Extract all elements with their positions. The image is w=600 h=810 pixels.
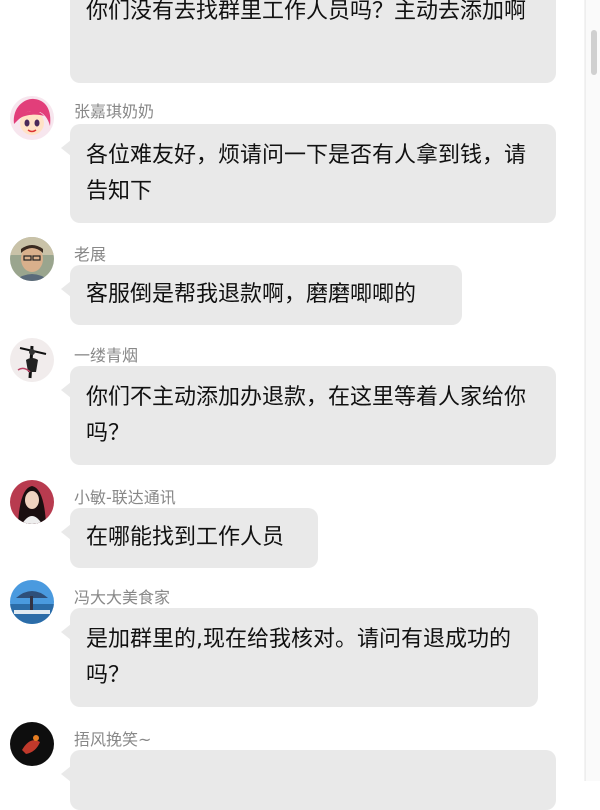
message-text: 客服倒是帮我退款啊，磨磨唧唧的 (86, 282, 417, 307)
message-text: 各位难友好，烦请问一下是否有人拿到钱，请告知下 (86, 143, 527, 204)
message-text: 在哪能找到工作人员 (86, 525, 285, 550)
sender-name: 张嘉琪奶奶 (74, 102, 155, 121)
avatar-woman-dark-hair-icon[interactable] (10, 480, 54, 524)
sender-name: 一缕青烟 (74, 346, 139, 365)
sender-name: 老展 (74, 245, 107, 264)
scrollbar-thumb[interactable] (591, 30, 597, 75)
avatar-man-glasses-icon[interactable] (10, 237, 54, 281)
chat-history: 你们没有去找群里工作人员吗？主动去添加啊 张嘉琪奶奶 各位难友好，烦请问一下是否… (0, 0, 600, 810)
avatar-black-white-figure-icon[interactable] (10, 338, 54, 382)
message-text: 你们没有去找群里工作人员吗？主动去添加啊 (86, 0, 527, 24)
message-bubble[interactable]: 你们没有去找群里工作人员吗？主动去添加啊 (70, 0, 556, 83)
scrollbar[interactable] (585, 0, 600, 781)
message-bubble[interactable]: 客服倒是帮我退款啊，磨磨唧唧的 (61, 265, 462, 325)
message-bubble[interactable]: 你们不主动添加办退款，在这里等着人家给你吗？ (61, 366, 556, 465)
message-bubble[interactable]: 在哪能找到工作人员 (61, 508, 318, 568)
sender-name: 捂风挽笑~ (74, 730, 152, 749)
message-bubble[interactable]: 各位难友好，烦请问一下是否有人拿到钱，请告知下 (61, 124, 556, 223)
message-bubble[interactable]: 是加群里的,现在给我核对。请问有退成功的吗？ (61, 608, 538, 707)
message-text: 是加群里的,现在给我核对。请问有退成功的吗？ (86, 627, 511, 688)
avatar-blue-landscape-icon[interactable] (10, 580, 54, 624)
avatar-cartoon-girl-icon[interactable] (10, 96, 54, 140)
message-text: 你们不主动添加办退款，在这里等着人家给你吗？ (86, 385, 527, 446)
avatar-dark-red-icon[interactable] (10, 722, 54, 766)
sender-name: 小敏-联达通讯 (74, 488, 176, 507)
message-bubble[interactable] (61, 750, 556, 810)
sender-name: 冯大大美食家 (74, 588, 171, 607)
